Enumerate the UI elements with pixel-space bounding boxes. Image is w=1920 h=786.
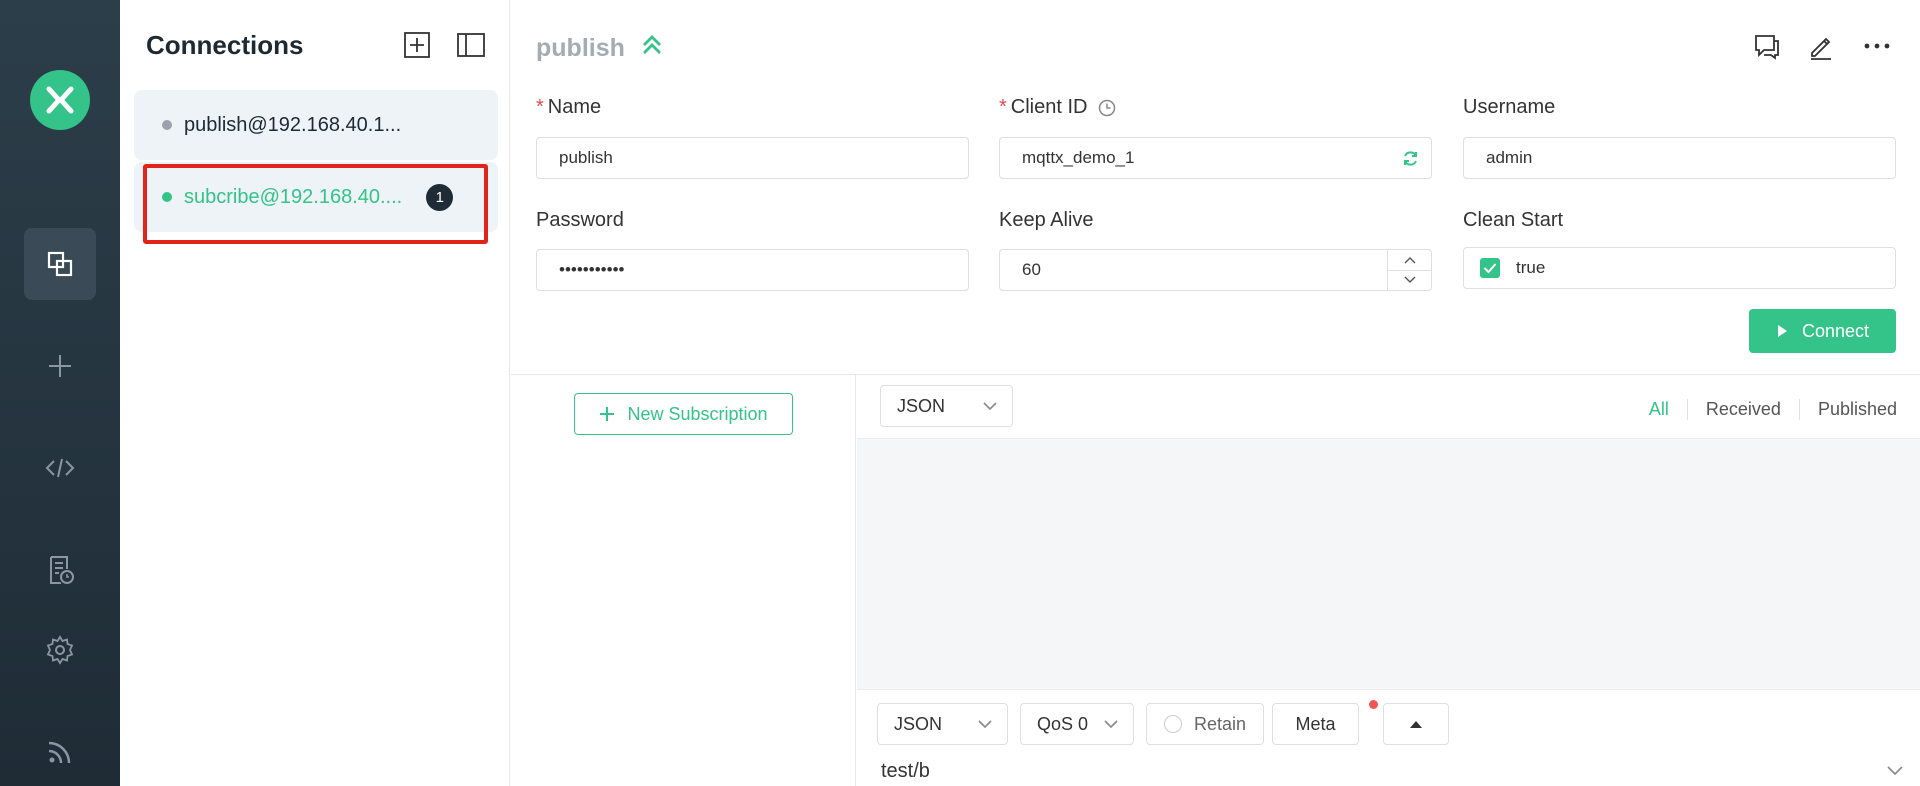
clean-start-field: true — [1463, 247, 1896, 289]
tab-all[interactable]: All — [1631, 399, 1687, 420]
chevron-down-icon[interactable] — [1886, 764, 1904, 778]
payload-format-select[interactable]: JSON — [880, 385, 1013, 427]
nav-new-connection[interactable] — [24, 330, 96, 402]
name-label: * Name — [536, 96, 602, 118]
sidebar-toggle-icon — [457, 33, 485, 57]
connections-title: Connections — [146, 30, 304, 60]
stepper-controls — [1387, 250, 1431, 290]
rss-icon — [48, 741, 71, 764]
new-subscription-button[interactable]: New Subscription — [574, 393, 793, 435]
main-panel: publish * Name publish * Client ID mqttx_d… — [511, 0, 1920, 786]
connect-button[interactable]: Connect — [1749, 309, 1896, 353]
chevron-down-icon — [1104, 720, 1118, 729]
client-id-label: * Client ID — [999, 96, 1116, 119]
app-logo — [30, 70, 90, 130]
check-icon — [1483, 263, 1497, 274]
subscriptions-panel: New Subscription — [511, 375, 856, 786]
message-filter-tabs: All Received Published — [1631, 399, 1897, 420]
new-subscription-label: New Subscription — [627, 403, 768, 424]
clean-start-checkbox[interactable] — [1480, 258, 1500, 278]
retain-toggle[interactable]: Retain — [1146, 703, 1264, 745]
refresh-icon[interactable] — [1402, 150, 1419, 167]
connection-label: publish@192.168.40.1... — [184, 113, 402, 136]
retain-radio — [1163, 715, 1182, 733]
comment-icon — [1755, 35, 1779, 60]
messages-area: JSON All Received Published JSON QoS 0 R… — [857, 375, 1920, 786]
keep-alive-stepper[interactable]: 60 — [999, 249, 1432, 291]
chevron-down-icon — [1404, 276, 1415, 284]
code-icon — [45, 458, 75, 478]
connection-item-publish[interactable]: publish@192.168.40.1... — [134, 90, 498, 160]
username-label: Username — [1463, 96, 1556, 118]
topic-input[interactable]: test/b — [881, 760, 930, 783]
decrement-button[interactable] — [1388, 269, 1431, 291]
nav-about[interactable] — [24, 716, 96, 786]
caret-up-icon — [1410, 721, 1422, 728]
log-icon — [50, 556, 74, 584]
publish-format-select[interactable]: JSON — [877, 703, 1008, 745]
username-field[interactable]: admin — [1463, 137, 1896, 179]
qos-select[interactable]: QoS 0 — [1020, 703, 1134, 745]
selection-highlight-box — [143, 164, 488, 244]
pencil-icon — [1811, 37, 1831, 60]
password-field[interactable]: ••••••••••• — [536, 249, 969, 291]
nav-settings[interactable] — [24, 614, 96, 686]
plus-icon — [49, 355, 71, 377]
page-title: publish — [536, 34, 625, 62]
nav-log[interactable] — [24, 534, 96, 606]
connections-panel: Connections publish@192.168.40.1... subc… — [120, 0, 510, 786]
publish-bar: JSON QoS 0 Retain Meta test/b — [857, 689, 1920, 786]
tab-published[interactable]: Published — [1798, 399, 1897, 420]
messages-toolbar: JSON All Received Published — [857, 375, 1920, 439]
meta-label: Meta — [1295, 713, 1336, 734]
plus-icon — [600, 407, 615, 421]
new-connection-button[interactable] — [402, 30, 432, 60]
plus-square-icon — [404, 32, 430, 58]
comments-button[interactable] — [1751, 30, 1783, 62]
chevron-up-icon — [1404, 256, 1415, 264]
expand-button[interactable] — [1383, 703, 1449, 745]
chevrons-up-icon[interactable] — [639, 32, 665, 58]
nav-connections[interactable] — [24, 228, 96, 300]
client-id-field[interactable]: mqttx_demo_1 — [999, 137, 1432, 179]
clock-icon[interactable] — [1098, 99, 1116, 117]
more-button[interactable] — [1861, 30, 1893, 62]
play-icon — [1777, 325, 1787, 337]
tab-received[interactable]: Received — [1686, 399, 1799, 420]
toggle-panel-button[interactable] — [456, 30, 486, 60]
clean-start-value: true — [1516, 258, 1546, 277]
nav-script[interactable] — [24, 432, 96, 504]
meta-button[interactable]: Meta — [1272, 703, 1359, 745]
name-field[interactable]: publish — [536, 137, 969, 179]
clean-start-label: Clean Start — [1463, 209, 1564, 231]
gear-icon — [46, 635, 74, 665]
keep-alive-label: Keep Alive — [999, 209, 1094, 231]
status-dot-offline — [162, 120, 172, 130]
connect-label: Connect — [1801, 320, 1870, 341]
mqttx-logo-icon — [46, 86, 74, 114]
chevron-down-icon — [983, 402, 997, 411]
more-horizontal-icon — [1864, 43, 1890, 49]
increment-button[interactable] — [1388, 250, 1431, 270]
sidebar-rail — [0, 0, 120, 786]
edit-button[interactable] — [1805, 30, 1837, 62]
connections-icon — [47, 251, 73, 277]
chevron-down-icon — [978, 720, 992, 729]
meta-indicator-dot — [1369, 700, 1378, 709]
password-label: Password — [536, 209, 624, 231]
retain-label: Retain — [1193, 713, 1247, 734]
